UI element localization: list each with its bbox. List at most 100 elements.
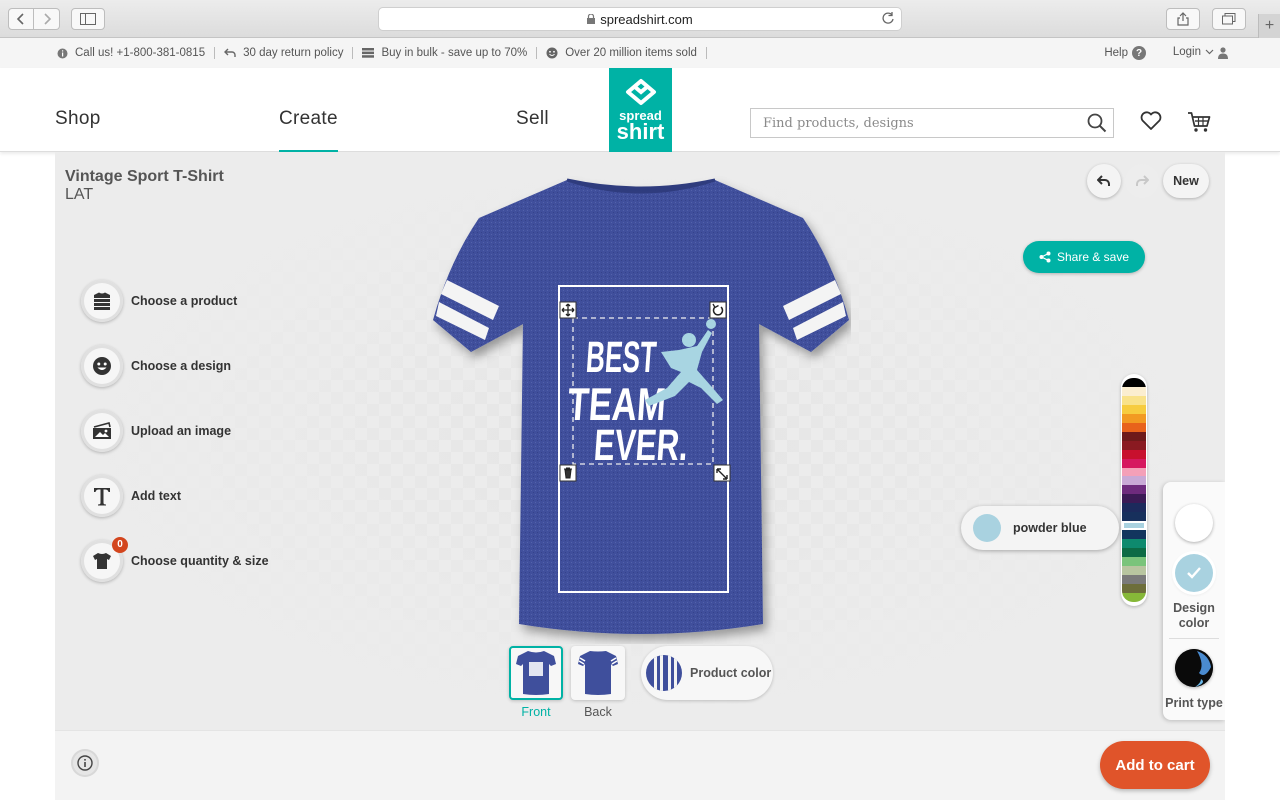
add-to-cart-button[interactable]: Add to cart [1100,741,1210,789]
tool-circle [81,344,123,387]
palette-swatch[interactable] [1122,458,1146,468]
tool-label: Add text [131,488,181,503]
forward-button[interactable] [34,8,60,30]
palette-swatch[interactable] [1122,548,1146,558]
palette-swatch[interactable] [1122,476,1146,486]
login-text: Login [1172,46,1201,58]
palette-swatch[interactable] [1122,494,1146,504]
help-icon: ? [1132,46,1146,60]
smiley-icon [93,356,111,375]
tool-circle [81,409,123,452]
palette-swatch[interactable] [1122,539,1146,549]
product-subtitle: LAT [65,186,94,203]
palette-swatch[interactable] [1122,413,1146,423]
spreadshirt-logo[interactable]: spread shirt [609,68,672,152]
palette-swatch[interactable] [1122,566,1146,575]
new-button[interactable]: New [1163,164,1209,198]
new-tab-button[interactable]: + [1258,14,1280,38]
sidebar-toggle-button[interactable] [71,8,105,30]
address-bar[interactable]: spreadshirt.com [378,7,902,31]
tool-label: Choose a design [131,358,232,373]
undo-button[interactable] [1087,164,1121,198]
tool-add-text[interactable]: Add text [81,463,269,528]
tool-upload-image[interactable]: Upload an image [81,398,269,463]
palette-swatch[interactable] [1122,512,1146,522]
share-save-label: Share & save [1056,250,1130,264]
search-box [750,108,1114,138]
bottom-bar: Add to cart [55,730,1225,800]
help-text: Help [1104,47,1128,59]
search-icon[interactable] [1087,113,1107,133]
info-call[interactable]: Call us! +1-800-381-0815 [48,47,216,59]
info-bar: Call us! +1-800-381-0815 30 day return p… [0,38,1280,68]
print-type-button[interactable] [1175,649,1213,687]
selected-color-name: powder blue [1013,521,1087,535]
help-link[interactable]: Help ? [1104,46,1146,60]
browser-nav [8,8,60,30]
tshirt-preview: BEST TEAM EVER. [433,178,849,634]
tool-choose-design[interactable]: Choose a design [81,333,269,398]
chevron-down-icon [1205,49,1214,55]
back-thumb-icon [578,651,618,695]
palette-swatch[interactable] [1122,440,1146,450]
print-type-icon [1175,649,1213,687]
tabs-overview-button[interactable] [1212,8,1246,30]
smiley-small-icon [546,47,558,59]
palette-swatch[interactable] [1122,431,1146,441]
palette-swatch[interactable] [1122,386,1146,396]
product-color-swatch [646,655,682,691]
palette-swatch[interactable] [1122,592,1146,602]
product-color-button[interactable]: Product color [641,646,773,700]
palette-swatch[interactable] [1122,485,1146,495]
palette-swatch[interactable] [1122,422,1146,432]
palette-swatch[interactable] [1122,521,1146,531]
stack-icon [362,48,375,58]
palette-swatch[interactable] [1122,574,1146,584]
nav-shop[interactable]: Shop [55,108,101,130]
palette-swatch[interactable] [1122,449,1146,459]
info-returns[interactable]: 30 day return policy [215,47,354,59]
reload-icon[interactable] [881,11,895,25]
palette-swatch[interactable] [1122,583,1146,593]
info-button[interactable] [71,749,99,777]
palette-swatch[interactable] [1122,467,1146,477]
user-icon[interactable] [1218,47,1228,59]
info-bulk[interactable]: Buy in bulk - save up to 70% [353,47,538,59]
view-back[interactable]: Back [571,646,625,719]
tool-choose-product[interactable]: Choose a product [81,268,269,333]
design-color-palette [1121,374,1147,606]
palette-swatch[interactable] [1122,395,1146,405]
palette-swatch[interactable] [1122,557,1146,567]
url-text: spreadshirt.com [600,11,693,27]
palette-swatch[interactable] [1122,404,1146,414]
return-arrow-icon [224,48,236,57]
nav-create[interactable]: Create [279,108,338,154]
sold-text: Over 20 million items sold [565,47,697,59]
selected-color-tooltip: powder blue [961,506,1119,550]
redo-button[interactable] [1125,164,1159,198]
view-label: Front [521,705,551,719]
info-sold[interactable]: Over 20 million items sold [537,47,707,59]
view-front[interactable]: Front [509,646,563,719]
text-icon [94,487,110,505]
design-line-1: BEST [584,333,657,382]
tool-circle: 0 [81,536,128,582]
browser-share-button[interactable] [1166,8,1200,30]
tabs-icon [1222,13,1236,25]
heart-icon[interactable] [1140,111,1162,131]
selected-color-swatch [973,514,1001,542]
nav-sell[interactable]: Sell [516,108,549,130]
back-button[interactable] [8,8,34,30]
palette-swatch[interactable] [1122,503,1146,513]
view-thumb [509,646,563,700]
login-link[interactable]: Login [1173,46,1214,58]
palette-swatch[interactable] [1122,378,1146,387]
design-color-white-swatch[interactable] [1175,504,1213,542]
palette-swatch[interactable] [1122,530,1146,540]
tool-quantity-size[interactable]: 0 Choose quantity & size [81,528,269,593]
cart-icon[interactable] [1187,111,1211,133]
design-color-button[interactable] [1175,554,1213,592]
search-input[interactable] [751,109,1071,137]
share-save-button[interactable]: Share & save [1023,241,1145,273]
palette-strip [1122,378,1146,602]
